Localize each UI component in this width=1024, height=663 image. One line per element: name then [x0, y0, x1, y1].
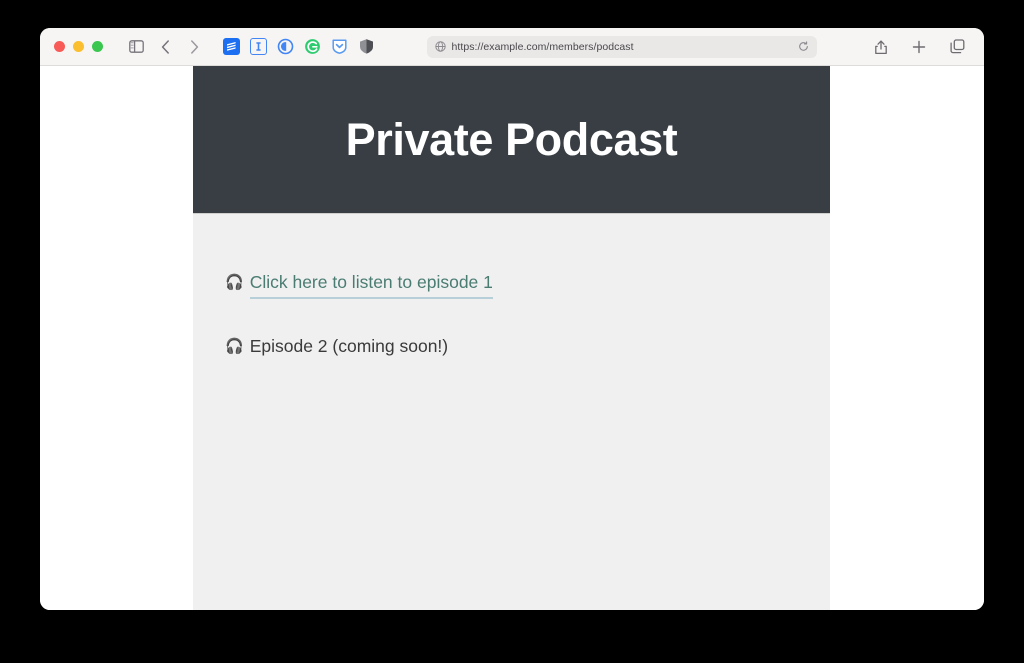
extension-2-icon[interactable] — [250, 38, 267, 55]
browser-toolbar: https://example.com/members/podcast — [40, 28, 984, 66]
minimize-window-button[interactable] — [73, 41, 84, 52]
share-button[interactable] — [868, 35, 894, 59]
address-bar[interactable]: https://example.com/members/podcast — [426, 35, 817, 58]
reload-button[interactable] — [798, 41, 809, 52]
page-viewport: Private Podcast 🎧 Click here to listen t… — [40, 66, 984, 610]
episode-1-row: 🎧 Click here to listen to episode 1 — [225, 271, 830, 299]
address-bar-url: https://example.com/members/podcast — [451, 40, 634, 53]
globe-icon — [434, 41, 446, 52]
grammarly-icon[interactable] — [304, 38, 321, 55]
page-content-column: Private Podcast 🎧 Click here to listen t… — [193, 66, 830, 610]
extension-icons — [223, 38, 375, 55]
episode-1-link[interactable]: Click here to listen to episode 1 — [249, 271, 493, 299]
close-window-button[interactable] — [54, 41, 65, 52]
sidebar-toggle-button[interactable] — [123, 35, 149, 59]
maximize-window-button[interactable] — [92, 41, 103, 52]
extension-3-icon[interactable] — [277, 38, 294, 55]
episode-2-label: Episode 2 (coming soon!) — [249, 335, 449, 356]
window-controls — [54, 41, 103, 52]
password-manager-icon[interactable] — [331, 38, 348, 55]
page-body: 🎧 Click here to listen to episode 1 🎧 Ep… — [193, 214, 830, 358]
headphones-icon: 🎧 — [225, 274, 244, 291]
new-tab-button[interactable] — [906, 35, 932, 59]
episode-2-row: 🎧 Episode 2 (coming soon!) — [225, 335, 830, 359]
tab-overview-button[interactable] — [944, 35, 970, 59]
forward-button[interactable] — [181, 35, 207, 59]
browser-window: https://example.com/members/podcast Priv… — [40, 28, 984, 610]
navigation-controls — [123, 35, 207, 59]
back-button[interactable] — [152, 35, 178, 59]
extension-1-icon[interactable] — [223, 38, 240, 55]
page-title: Private Podcast — [345, 114, 678, 165]
page-header-banner: Private Podcast — [193, 66, 830, 214]
headphones-icon: 🎧 — [225, 337, 244, 355]
toolbar-right-actions — [868, 35, 970, 59]
privacy-blocker-icon[interactable] — [358, 38, 375, 55]
